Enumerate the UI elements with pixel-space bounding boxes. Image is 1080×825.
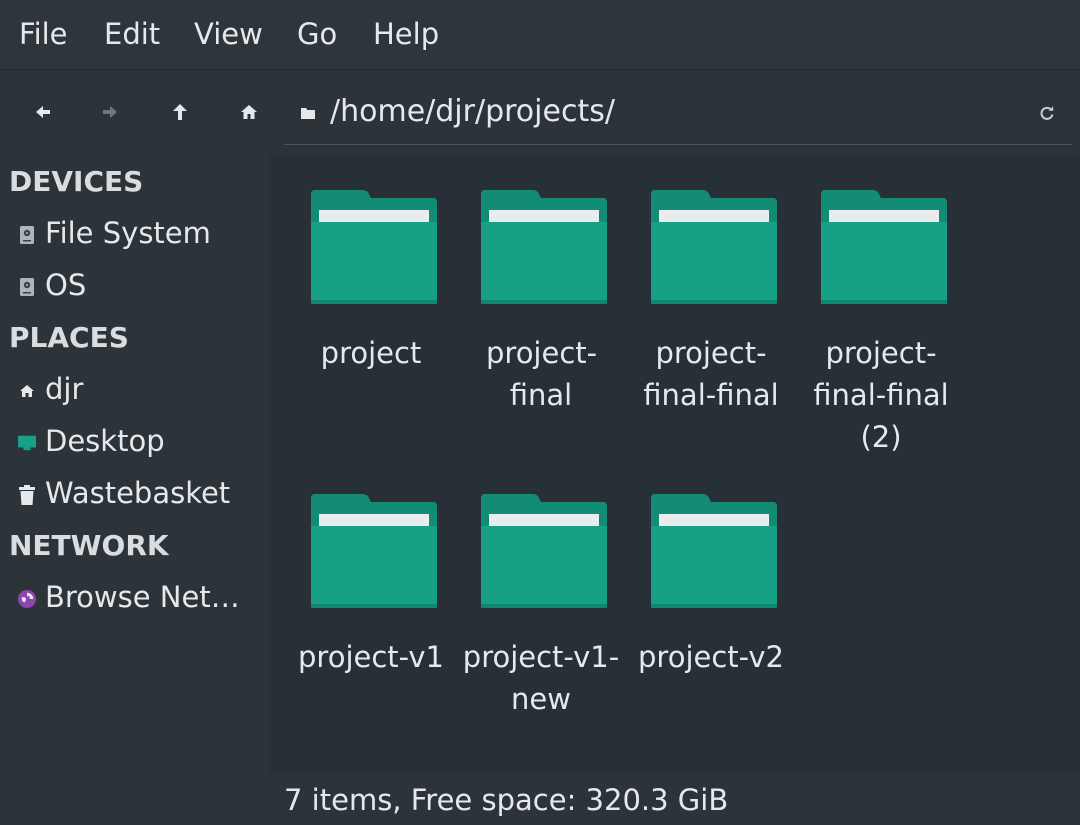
sidebar-item-browse-network[interactable]: Browse Net… <box>0 576 269 620</box>
file-name: project-final-final <box>643 336 779 412</box>
sidebar-item-label: djr <box>45 372 84 406</box>
location-bar[interactable]: /home/djr/projects/ <box>284 86 1072 145</box>
file-name: project-v2 <box>638 640 784 674</box>
toolbar: /home/djr/projects/ <box>0 70 1080 156</box>
menu-file[interactable]: File <box>19 15 68 53</box>
home-icon <box>18 382 36 400</box>
sidebar-item-label: Wastebasket <box>45 476 231 510</box>
reload-button[interactable] <box>1032 98 1062 128</box>
folder-icon <box>311 190 437 304</box>
arrow-right-icon <box>103 106 117 118</box>
sidebar-item-label: OS <box>45 268 87 302</box>
sidebar-item-desktop[interactable]: Desktop <box>0 420 269 464</box>
folder-icon <box>481 494 607 608</box>
folder-icon <box>481 190 607 304</box>
arrow-left-icon <box>36 106 50 118</box>
file-view[interactable]: project project-final project-final-fina… <box>269 156 1080 772</box>
menu-edit[interactable]: Edit <box>104 15 160 53</box>
trash-icon <box>18 485 36 505</box>
home-button[interactable] <box>229 94 269 130</box>
sidebar-item-os[interactable]: OS <box>0 264 269 308</box>
folder-icon <box>301 108 315 119</box>
arrow-up-icon <box>173 104 187 120</box>
menubar: File Edit View Go Help <box>0 0 1080 70</box>
folder-icon <box>821 190 947 304</box>
network-icon <box>18 590 36 608</box>
menu-go[interactable]: Go <box>297 15 337 53</box>
sidebar-item-wastebasket[interactable]: Wastebasket <box>0 472 269 516</box>
drive-icon <box>18 278 36 296</box>
sidebar-item-label: Desktop <box>45 424 165 458</box>
file-name: project-v1-new <box>462 640 620 716</box>
menu-view[interactable]: View <box>194 15 263 53</box>
forward-button[interactable] <box>90 94 130 130</box>
sidebar-heading-places: PLACES <box>9 321 129 354</box>
folder-icon <box>311 494 437 608</box>
reload-icon <box>1040 106 1054 120</box>
folder-icon <box>651 190 777 304</box>
status-text: 7 items, Free space: 320.3 GiB <box>284 783 729 817</box>
drive-icon <box>18 226 36 244</box>
sidebar-item-file-system[interactable]: File System <box>0 212 269 256</box>
file-name: project-v1 <box>298 640 444 674</box>
sidebar-item-label: File System <box>45 216 211 250</box>
location-path[interactable]: /home/djr/projects/ <box>330 92 615 132</box>
sidebar-heading-network: NETWORK <box>9 529 169 562</box>
menu-help[interactable]: Help <box>373 15 439 53</box>
back-button[interactable] <box>23 94 63 130</box>
desktop-icon <box>18 434 36 452</box>
file-manager-window: File Edit View Go Help /home/djr/project… <box>0 0 1080 825</box>
statusbar: 7 items, Free space: 320.3 GiB <box>269 772 1080 825</box>
folder-icon <box>651 494 777 608</box>
sidebar-heading-devices: DEVICES <box>9 165 144 198</box>
home-icon <box>241 105 257 119</box>
sidebar-item-djr[interactable]: djr <box>0 368 269 412</box>
file-name: project-final-final (2) <box>813 336 949 454</box>
file-name: project <box>320 336 422 370</box>
sidebar: DEVICES File System OS PLACES djr Deskto… <box>0 156 269 825</box>
sidebar-item-label: Browse Net… <box>45 580 240 614</box>
file-name: project-final <box>486 336 598 412</box>
up-button[interactable] <box>160 94 200 130</box>
